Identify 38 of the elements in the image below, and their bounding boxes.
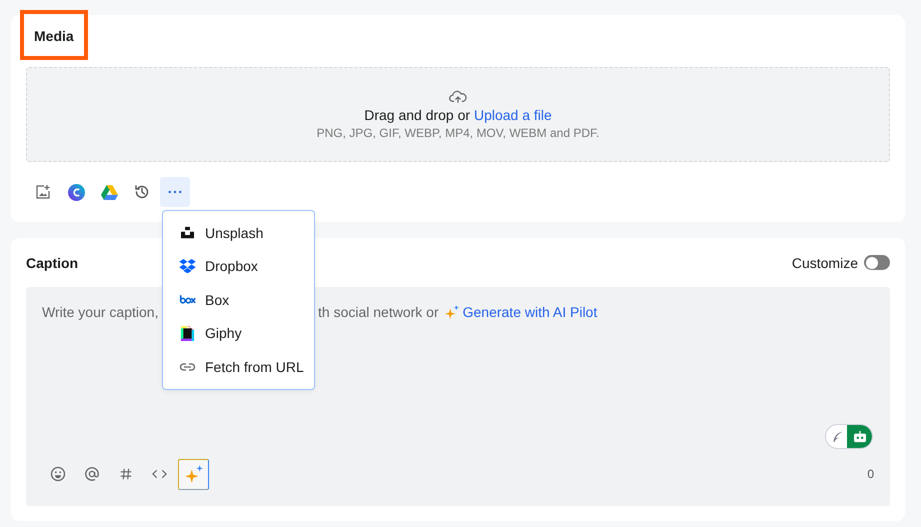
triangle-logo-icon [100, 184, 118, 200]
upload-link[interactable]: Upload a file [474, 106, 552, 122]
drop-text: Drag and drop or [364, 106, 470, 122]
section-title: Caption [26, 254, 78, 270]
menu-item-label: Giphy [205, 325, 242, 342]
menu-item-label: Unsplash [205, 224, 264, 241]
placeholder-text: th social network or [318, 304, 439, 320]
character-counter: 0 [867, 467, 874, 481]
dropzone[interactable]: Drag and drop or Upload a file PNG, JPG, GIF, WEBP, MP4, MOV, WEBM and PDF. [26, 67, 890, 162]
emoji-icon [50, 466, 66, 482]
feather-icon [832, 430, 844, 442]
code-icon [152, 469, 167, 479]
c-logo-icon [68, 184, 84, 200]
more-icon [168, 190, 182, 194]
ai-generate-link[interactable]: Generate with AI Pilot [462, 304, 598, 320]
section-title: Media [34, 28, 74, 44]
writer-mode-toggle[interactable] [825, 424, 873, 449]
sparkle-icon [184, 465, 202, 483]
open-box-logo-icon [179, 259, 196, 274]
menu-item-label: Dropbox [205, 258, 258, 274]
ai-tool-button[interactable] [178, 458, 209, 490]
camera-shape-icon [179, 226, 196, 240]
hashtag-icon [118, 467, 132, 481]
menu-item-label: Fetch from URL [205, 358, 304, 375]
add-image-icon [35, 184, 51, 200]
sparkle-icon [444, 305, 459, 319]
robot-icon [852, 430, 866, 442]
formats-text: PNG, JPG, GIF, WEBP, MP4, MOV, WEBM and PDF. [316, 126, 600, 140]
menu-item-label: Box [205, 292, 230, 308]
history-icon [134, 184, 150, 200]
placeholder-text: Write your caption, [42, 304, 160, 320]
customize-toggle[interactable] [864, 255, 890, 270]
customize-label: Customize [792, 254, 858, 270]
at-sign-icon [84, 466, 100, 482]
colored-frame-logo-icon [179, 326, 196, 341]
link-icon [179, 362, 196, 371]
box-logo-icon [179, 295, 196, 304]
upload-cloud-icon [449, 90, 467, 104]
